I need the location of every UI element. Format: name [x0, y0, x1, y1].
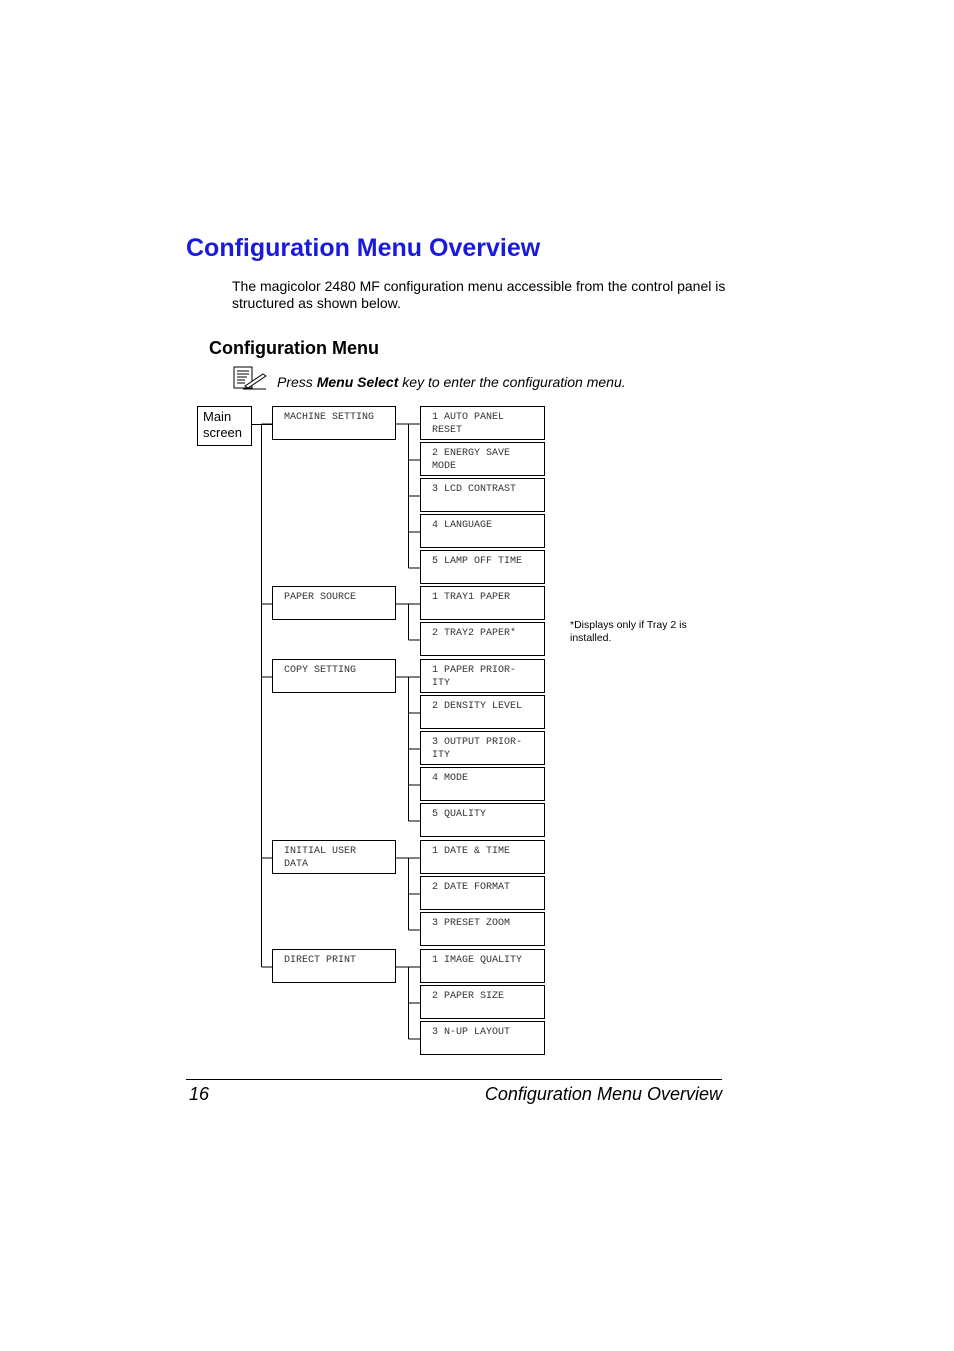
- menu-item: 2 DATE FORMAT: [420, 876, 545, 910]
- menu-item: 1 AUTO PANEL RESET: [420, 406, 545, 440]
- menu-item: 3 LCD CONTRAST: [420, 478, 545, 512]
- menu-category: MACHINE SETTING: [272, 406, 396, 440]
- menu-item: 5 QUALITY: [420, 803, 545, 837]
- menu-category: INITIAL USER DATA: [272, 840, 396, 874]
- menu-category: DIRECT PRINT: [272, 949, 396, 983]
- menu-item: 2 DENSITY LEVEL: [420, 695, 545, 729]
- document-page: Configuration Menu Overview The magicolo…: [0, 0, 954, 1351]
- menu-item: 2 ENERGY SAVE MODE: [420, 442, 545, 476]
- footer-rule: [186, 1079, 722, 1080]
- menu-item: 1 IMAGE QUALITY: [420, 949, 545, 983]
- footer-title: Configuration Menu Overview: [484, 1084, 722, 1104]
- menu-item: 4 LANGUAGE: [420, 514, 545, 548]
- menu-item: 2 TRAY2 PAPER*: [420, 622, 545, 656]
- menu-item: 1 PAPER PRIOR- ITY: [420, 659, 545, 693]
- menu-item: 2 PAPER SIZE: [420, 985, 545, 1019]
- menu-item: 4 MODE: [420, 767, 545, 801]
- menu-item: 3 N-UP LAYOUT: [420, 1021, 545, 1055]
- main-screen-box: Main screen: [197, 406, 252, 446]
- menu-category: PAPER SOURCE: [272, 586, 396, 620]
- menu-category: COPY SETTING: [272, 659, 396, 693]
- page-number: 16: [189, 1084, 210, 1104]
- menu-item: 5 LAMP OFF TIME: [420, 550, 545, 584]
- menu-item: 1 DATE & TIME: [420, 840, 545, 874]
- menu-item: 3 PRESET ZOOM: [420, 912, 545, 946]
- menu-item: 1 TRAY1 PAPER: [420, 586, 545, 620]
- menu-item: 3 OUTPUT PRIOR- ITY: [420, 731, 545, 765]
